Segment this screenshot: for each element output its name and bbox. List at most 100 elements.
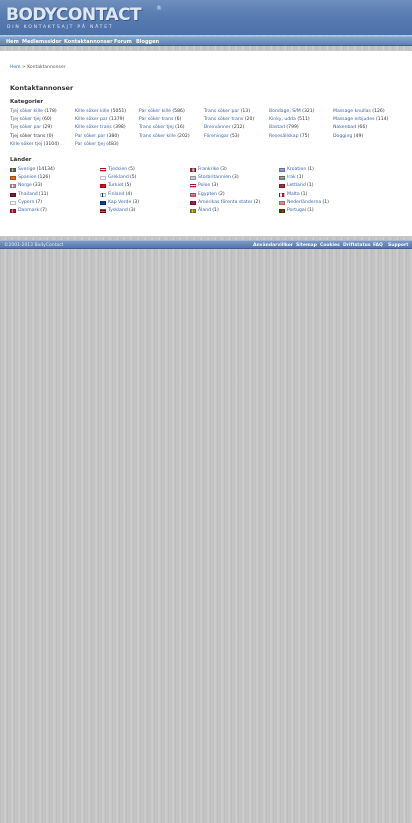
country-item[interactable]: Storbritannien (3): [190, 174, 282, 182]
category-item[interactable]: Bondage, S/M (321): [269, 108, 333, 116]
country-name[interactable]: Nederländerna: [287, 199, 321, 207]
category-item[interactable]: Brevvänner (212): [204, 124, 268, 132]
country-name[interactable]: Grekland: [108, 174, 129, 182]
country-name[interactable]: Kap Verde: [108, 199, 131, 207]
category-label[interactable]: Kinky, udda: [269, 117, 296, 122]
country-item[interactable]: Lettland (1): [279, 182, 371, 190]
category-label[interactable]: Nakenbad: [333, 125, 356, 130]
country-name[interactable]: Frankrike: [198, 166, 219, 174]
country-name[interactable]: Portugal: [287, 207, 306, 215]
category-label[interactable]: Kille söker tjej: [10, 142, 42, 147]
nav-item-hem[interactable]: Hem: [6, 39, 19, 45]
category-item[interactable]: Kille söker trans (398): [75, 124, 139, 132]
country-item[interactable]: Tyskland (3): [100, 207, 192, 215]
country-name[interactable]: Storbritannien: [198, 174, 231, 182]
country-item[interactable]: Egypten (2): [190, 191, 282, 199]
category-label[interactable]: Bondage, S/M: [269, 109, 301, 114]
country-item[interactable]: Polen (3): [190, 182, 282, 190]
category-label[interactable]: Dogging: [333, 134, 352, 139]
footer-link-faq[interactable]: FAQ: [373, 243, 383, 248]
category-item[interactable]: Tjej söker kille (178): [10, 108, 74, 116]
nav-item-kontaktannonser[interactable]: Kontaktannonser: [64, 39, 113, 45]
category-item[interactable]: Trans söker tjej (16): [139, 124, 203, 132]
category-item[interactable]: Massage erbjudes (114): [333, 116, 397, 124]
category-label[interactable]: Par söker par: [75, 134, 105, 139]
category-item[interactable]: Resesällskap (75): [269, 133, 333, 141]
country-item[interactable]: Norge (33): [10, 182, 102, 190]
category-label[interactable]: Trans söker par: [204, 109, 239, 114]
country-item[interactable]: Sverige (14134): [10, 166, 102, 174]
footer-link-support[interactable]: Support: [388, 243, 408, 248]
category-label[interactable]: Trans söker tjej: [139, 125, 174, 130]
category-item[interactable]: Tjej söker par (29): [10, 124, 74, 132]
category-label[interactable]: Kille söker par: [75, 117, 108, 122]
category-item[interactable]: Föreningar (53): [204, 133, 268, 141]
nav-item-forum[interactable]: Forum: [114, 39, 132, 45]
country-name[interactable]: Kroatien: [287, 166, 306, 174]
category-item[interactable]: Dogging (49): [333, 133, 397, 141]
category-label[interactable]: Resesällskap: [269, 134, 299, 139]
category-label[interactable]: Tjej söker kille: [10, 109, 43, 114]
category-item[interactable]: Par söker par (380): [75, 133, 139, 141]
category-label[interactable]: Bastad: [269, 125, 285, 130]
category-label[interactable]: Massage knullas: [333, 109, 371, 114]
country-name[interactable]: Polen: [198, 182, 210, 190]
country-name[interactable]: Egypten: [198, 191, 217, 199]
country-name[interactable]: Amerikas förenta stater: [198, 199, 252, 207]
category-label[interactable]: Kille söker trans: [75, 125, 112, 130]
country-name[interactable]: Thailand: [18, 191, 38, 199]
category-item[interactable]: Par söker tjej (483): [75, 141, 139, 149]
category-item[interactable]: Par söker trans (6): [139, 116, 203, 124]
category-label[interactable]: Tjej söker par: [10, 125, 41, 130]
category-label[interactable]: Par söker kille: [139, 109, 171, 114]
category-label[interactable]: Kille söker kille: [75, 109, 109, 114]
country-name[interactable]: Lettland: [287, 182, 306, 190]
country-name[interactable]: Åland: [198, 207, 211, 215]
country-item[interactable]: Danmark (7): [10, 207, 102, 215]
country-name[interactable]: Tjeckien: [108, 166, 127, 174]
category-label[interactable]: Par söker tjej: [75, 142, 105, 147]
country-name[interactable]: Turkiet: [108, 182, 123, 190]
footer-link-sitemap[interactable]: Sitemap: [296, 243, 317, 248]
category-item[interactable]: Par söker kille (586): [139, 108, 203, 116]
category-label[interactable]: Trans söker trans: [204, 117, 243, 122]
category-label[interactable]: Massage erbjudes: [333, 117, 375, 122]
category-label[interactable]: Trans söker kille: [139, 134, 176, 139]
country-item[interactable]: Malta (1): [279, 191, 371, 199]
country-item[interactable]: Åland (1): [190, 207, 282, 215]
category-item[interactable]: Kinky, udda (511): [269, 116, 333, 124]
category-item[interactable]: Kille söker kille (5051): [75, 108, 139, 116]
country-item[interactable]: Finland (4): [100, 191, 192, 199]
country-item[interactable]: Turkiet (5): [100, 182, 192, 190]
country-item[interactable]: Tjeckien (5): [100, 166, 192, 174]
footer-link-driftstatus[interactable]: Driftstatus: [343, 243, 371, 248]
category-item[interactable]: Tjej söker tjej (60): [10, 116, 74, 124]
category-item[interactable]: Bastad (799): [269, 124, 333, 132]
country-name[interactable]: Cypern: [18, 199, 34, 207]
country-name[interactable]: Malta: [287, 191, 300, 199]
country-name[interactable]: Tyskland: [108, 207, 128, 215]
country-item[interactable]: Kap Verde (3): [100, 199, 192, 207]
country-name[interactable]: Irak: [287, 174, 296, 182]
category-label[interactable]: Brevvänner: [204, 125, 231, 130]
category-label[interactable]: Tjej söker tjej: [10, 117, 41, 122]
country-item[interactable]: Thailand (11): [10, 191, 102, 199]
footer-link-cookies[interactable]: Cookies: [320, 243, 340, 248]
country-item[interactable]: Cypern (7): [10, 199, 102, 207]
country-name[interactable]: Spanien: [18, 174, 37, 182]
country-item[interactable]: Grekland (5): [100, 174, 192, 182]
category-item[interactable]: Massage knullas (126): [333, 108, 397, 116]
nav-item-bloggen[interactable]: Bloggen: [136, 39, 159, 45]
country-name[interactable]: Sverige: [18, 166, 35, 174]
nav-item-medlemssidor[interactable]: Medlemssidor: [22, 39, 61, 45]
category-item[interactable]: Trans söker par (13): [204, 108, 268, 116]
country-item[interactable]: Amerikas förenta stater (2): [190, 199, 282, 207]
category-item[interactable]: Kille söker par (1379): [75, 116, 139, 124]
country-item[interactable]: Frankrike (3): [190, 166, 282, 174]
breadcrumb-home[interactable]: Hem: [10, 65, 21, 70]
category-item[interactable]: Kille söker tjej (3104): [10, 141, 74, 149]
site-logo[interactable]: BODYCONTACT: [6, 5, 142, 25]
category-item[interactable]: Trans söker kille (202): [139, 133, 203, 141]
country-name[interactable]: Finland: [108, 191, 124, 199]
country-item[interactable]: Irak (1): [279, 174, 371, 182]
